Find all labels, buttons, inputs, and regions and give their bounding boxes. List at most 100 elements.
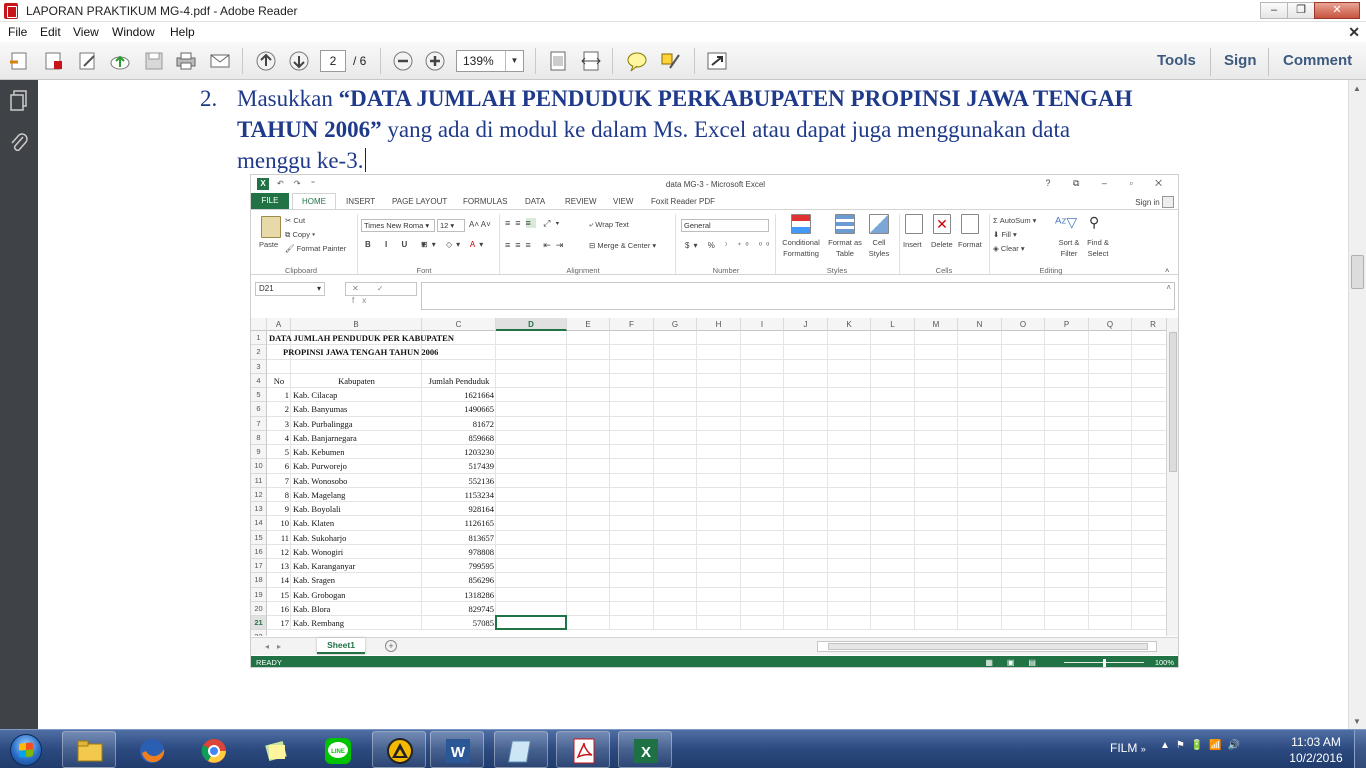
taskbar-adobe-reader[interactable] [556, 731, 610, 768]
cell-text-a8: 4 [267, 431, 291, 445]
cell-g14 [654, 516, 697, 531]
taskbar-sticky-notes[interactable] [248, 731, 302, 768]
menu-bar: File Edit View Window Help ✕ [0, 22, 1366, 42]
taskbar-notepad[interactable] [494, 731, 548, 768]
cell-p9 [1045, 445, 1089, 460]
export-pdf-icon[interactable] [42, 50, 66, 72]
status-ready: READY [256, 658, 282, 667]
column-header-k: K [828, 318, 871, 331]
scrollbar-thumb[interactable] [1351, 255, 1364, 289]
cell-p17 [1045, 559, 1089, 574]
cell-d20 [496, 601, 567, 616]
cell-text-a9: 5 [267, 445, 291, 460]
cell-l21 [871, 616, 915, 631]
cell-d10 [496, 459, 567, 474]
excel-zoom-level: 100% [1154, 658, 1174, 667]
cell-h1 [697, 331, 741, 346]
cell-text-c10: 517439 [422, 459, 496, 474]
menu-window[interactable]: Window [112, 25, 155, 39]
print-icon[interactable] [174, 50, 198, 72]
cell-e17 [567, 559, 610, 574]
full-screen-icon[interactable] [705, 50, 729, 72]
cell-f18 [610, 573, 654, 588]
zoom-out-icon[interactable] [391, 50, 415, 72]
cell-g16 [654, 544, 697, 559]
cell-i10 [741, 459, 784, 474]
close-button[interactable]: ✕ [1314, 2, 1360, 19]
close-document-icon[interactable]: ✕ [1348, 24, 1360, 41]
menu-view[interactable]: View [73, 25, 99, 39]
edit-pdf-icon[interactable] [76, 50, 100, 72]
cell-e21 [567, 616, 610, 631]
cell-f13 [610, 502, 654, 517]
minimize-button[interactable]: – [1260, 2, 1288, 19]
next-page-icon[interactable] [287, 50, 311, 72]
tray-label[interactable]: FILM » [1110, 741, 1146, 755]
cell-l13 [871, 502, 915, 517]
menu-file[interactable]: File [8, 25, 27, 39]
merge-center-item: ⊟ Merge & Center ▾ [589, 241, 657, 250]
cell-h14 [697, 516, 741, 531]
taskbar-explorer[interactable] [62, 731, 116, 768]
tools-button[interactable]: Tools [1157, 52, 1196, 69]
zoom-select[interactable]: 139% ▼ [456, 50, 524, 72]
taskbar-word[interactable]: W [430, 731, 484, 768]
cell-d3 [496, 359, 567, 374]
sign-button[interactable]: Sign [1224, 52, 1257, 69]
fit-width-icon[interactable] [579, 50, 603, 72]
cell-text-c4: Jumlah Penduduk [422, 374, 496, 388]
pages-icon[interactable] [9, 90, 29, 112]
restore-button[interactable]: ❐ [1287, 2, 1315, 19]
cell-m5 [915, 388, 958, 403]
create-pdf-icon[interactable] [8, 50, 32, 72]
scroll-up-icon[interactable]: ▲ [1353, 84, 1361, 93]
menu-help[interactable]: Help [170, 25, 195, 39]
comment-button[interactable]: Comment [1283, 52, 1352, 69]
attachment-icon[interactable] [9, 132, 29, 154]
cell-m1 [915, 331, 958, 346]
cell-m8 [915, 430, 958, 445]
clear-item: ◈ Clear ▾ [993, 244, 1025, 253]
horizontal-align-icon: ≡≡≡ ⇤⇥ [505, 240, 569, 250]
cloud-upload-icon[interactable] [108, 50, 132, 72]
start-button[interactable] [4, 731, 46, 768]
cell-m10 [915, 459, 958, 474]
fit-page-icon[interactable] [546, 50, 570, 72]
cell-r16 [1132, 545, 1166, 559]
scroll-down-icon[interactable]: ▼ [1353, 717, 1361, 726]
taskbar-excel[interactable]: X [618, 731, 672, 768]
sign-in-link: Sign in [1135, 196, 1174, 208]
page-number-input[interactable]: 2 [320, 50, 346, 72]
cell-l11 [871, 473, 915, 488]
cell-text-c15: 813657 [422, 531, 496, 545]
taskbar-firefox[interactable] [124, 731, 178, 768]
taskbar-line[interactable]: LINE [310, 731, 364, 768]
cell-q13 [1089, 502, 1132, 517]
cell-e10 [567, 459, 610, 474]
cell-g11 [654, 473, 697, 488]
cell-k1 [828, 331, 871, 346]
cell-h6 [697, 402, 741, 417]
cell-e11 [567, 473, 610, 488]
cell-n20 [958, 601, 1002, 616]
save-icon[interactable] [142, 50, 166, 72]
email-icon[interactable] [208, 50, 232, 72]
document-scrollbar[interactable]: ▲ ▼ [1348, 80, 1366, 730]
taskbar-chrome[interactable] [186, 731, 240, 768]
menu-edit[interactable]: Edit [40, 25, 61, 39]
system-tray-icons[interactable]: ▲⚑🔋📶🔊 [1160, 740, 1246, 751]
highlight-icon[interactable] [658, 50, 682, 72]
cell-h13 [697, 502, 741, 517]
previous-page-icon[interactable] [254, 50, 278, 72]
chevron-down-icon[interactable]: ▼ [505, 51, 523, 71]
cell-g12 [654, 487, 697, 502]
comment-icon[interactable] [625, 50, 649, 72]
show-desktop-button[interactable] [1354, 730, 1366, 768]
cell-r7 [1132, 417, 1166, 431]
cell-f2 [610, 345, 654, 360]
clock[interactable]: 11:03 AM 10/2/2016 [1284, 734, 1348, 766]
zoom-in-icon[interactable] [423, 50, 447, 72]
cell-k20 [828, 601, 871, 616]
cell-p21 [1045, 616, 1089, 631]
taskbar-app[interactable] [372, 731, 426, 768]
